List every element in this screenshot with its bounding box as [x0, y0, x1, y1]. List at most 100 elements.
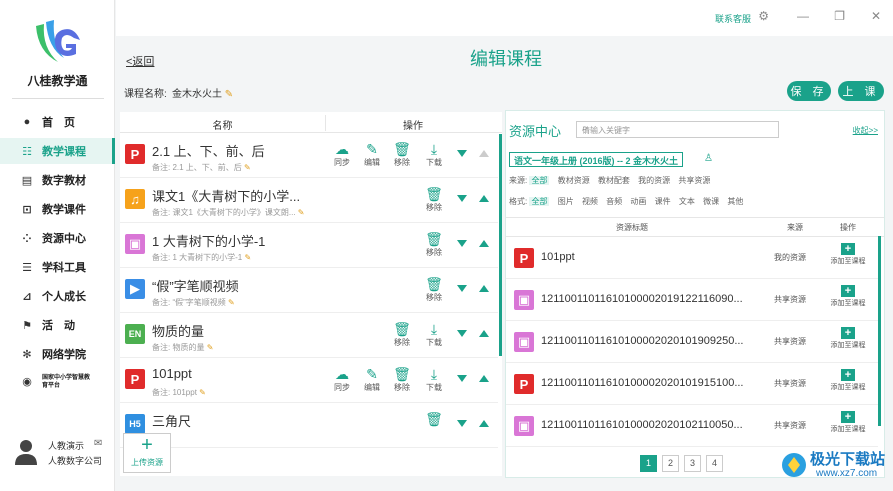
pencil-icon[interactable]: ✎: [225, 89, 233, 100]
sidebar-item-resources[interactable]: ⁘ 资源中心: [0, 225, 115, 251]
remove-button[interactable]: 🗑: [422, 412, 446, 427]
filter-option[interactable]: 其他: [727, 197, 743, 206]
upload-resource-button[interactable]: + 上传资源: [123, 433, 171, 473]
sidebar-item-platform[interactable]: ◉ 国家中小学智慧教育平台: [0, 369, 115, 395]
page-button[interactable]: 4: [706, 455, 723, 472]
move-up-icon[interactable]: [479, 375, 489, 382]
filter-option[interactable]: 教材配套: [598, 176, 630, 185]
search-input[interactable]: 请输入关键字 ⌕: [576, 121, 779, 138]
table-row[interactable]: P 101ppt 备注: 101ppt ✎ ☁ 同步 ✎ 编辑 🗑 移除 ⤓ 下载: [120, 359, 498, 403]
add-to-course-button[interactable]: + 添加至课程: [824, 285, 872, 308]
sidebar-item-academy[interactable]: ✻ 网络学院: [0, 341, 115, 367]
table-row[interactable]: P 2.1 上、下、前、后 备注: 2.1 上、下、前、后 ✎ ☁ 同步 ✎ 编辑 …: [120, 134, 498, 178]
sidebar-item-courses[interactable]: ☷ 教学课程: [0, 138, 115, 164]
move-down-icon[interactable]: [457, 285, 467, 292]
save-button[interactable]: 保 存: [787, 81, 831, 101]
add-to-course-button[interactable]: + 添加至课程: [824, 411, 872, 434]
remove-button[interactable]: 🗑 移除: [422, 277, 446, 303]
remove-button[interactable]: 🗑 移除: [422, 187, 446, 213]
filter-option[interactable]: 动画: [630, 197, 646, 206]
resource-row[interactable]: P 12110011011610100002020101915100... 共享…: [506, 363, 878, 405]
remove-button[interactable]: 🗑 移除: [390, 142, 414, 168]
filter-option[interactable]: 共享资源: [678, 176, 710, 185]
move-down-icon[interactable]: [457, 330, 467, 337]
collapse-link[interactable]: 收起>>: [853, 125, 878, 136]
settings-icon[interactable]: ⚙: [758, 9, 769, 23]
courseware-icon: ⊡: [22, 203, 32, 216]
table-row[interactable]: H5 三角尺 🗑: [120, 404, 498, 448]
move-up-icon[interactable]: [479, 285, 489, 292]
remove-button[interactable]: 🗑 移除: [422, 232, 446, 258]
resource-scrollbar[interactable]: [878, 236, 881, 426]
sidebar-item-home[interactable]: ● 首 页: [0, 109, 115, 135]
move-up-icon[interactable]: [479, 330, 489, 337]
add-to-course-button[interactable]: + 添加至课程: [824, 327, 872, 350]
move-up-icon[interactable]: [479, 240, 489, 247]
sidebar-item-courseware[interactable]: ⊡ 教学课件: [0, 196, 115, 222]
move-up-icon[interactable]: [479, 195, 489, 202]
edit-button[interactable]: ✎ 编辑: [360, 142, 384, 168]
sync-button[interactable]: ☁ 同步: [330, 142, 354, 168]
move-down-icon[interactable]: [457, 150, 467, 157]
user-org: 人教数字公司: [48, 456, 103, 466]
sync-button[interactable]: ☁ 同步: [330, 367, 354, 393]
page-button[interactable]: 1: [640, 455, 657, 472]
sidebar-item-growth[interactable]: ⊿ 个人成长: [0, 283, 115, 309]
lesson-note: 备注: 课文1《大青树下的小学》课文朗... ✎: [152, 208, 305, 217]
back-link[interactable]: <返回: [126, 53, 154, 69]
mail-icon[interactable]: ✉: [94, 438, 102, 449]
move-up-icon[interactable]: [479, 420, 489, 427]
filter-option[interactable]: 微课: [703, 197, 719, 206]
start-class-button[interactable]: 上 课: [838, 81, 884, 101]
filter-option[interactable]: 文本: [679, 197, 695, 206]
lesson-scrollbar[interactable]: [499, 134, 502, 356]
add-to-course-button[interactable]: + 添加至课程: [824, 243, 872, 266]
filter-option[interactable]: 全部: [529, 176, 550, 185]
move-down-icon[interactable]: [457, 420, 467, 427]
resource-row[interactable]: ▣ 12110011011610100002020101909250... 共享…: [506, 321, 878, 363]
sidebar-item-textbooks[interactable]: ▤ 数字教材: [0, 167, 115, 193]
book-selector[interactable]: 语文一年级上册 (2016版) -- 2 金木水火土: [509, 152, 684, 167]
filter-option[interactable]: 教材资源: [558, 176, 590, 185]
move-down-icon[interactable]: [457, 240, 467, 247]
bell-icon[interactable]: ♙: [704, 153, 713, 164]
add-to-course-button[interactable]: + 添加至课程: [824, 369, 872, 392]
cloud-sync-icon: ☁: [335, 366, 349, 382]
resource-row[interactable]: ▣ 12110011011610100002020102110050... 共享…: [506, 405, 878, 447]
filter-option[interactable]: 视频: [582, 197, 598, 206]
course-name[interactable]: 金木水火土 ✎: [172, 85, 233, 100]
move-down-icon[interactable]: [457, 195, 467, 202]
remove-button[interactable]: 🗑 移除: [390, 367, 414, 393]
table-row[interactable]: EN 物质的量 备注: 物质的量 ✎ 🗑 移除 ⤓ 下载: [120, 314, 498, 358]
search-icon[interactable]: ⌕: [582, 123, 772, 134]
sidebar-item-tools[interactable]: ☰ 学科工具: [0, 254, 115, 280]
minimize-icon[interactable]: —: [797, 9, 809, 23]
trash-icon: 🗑: [393, 321, 411, 337]
filter-option[interactable]: 图片: [558, 197, 574, 206]
close-icon[interactable]: ✕: [871, 9, 881, 23]
remove-button[interactable]: 🗑 移除: [390, 322, 414, 348]
filter-option[interactable]: 我的资源: [638, 176, 670, 185]
move-down-icon[interactable]: [457, 375, 467, 382]
resource-title: 12110011011610100002020101915100...: [541, 377, 744, 389]
filter-option[interactable]: 全部: [529, 197, 550, 206]
resource-row[interactable]: P 101ppt 我的资源 + 添加至课程: [506, 237, 878, 279]
download-button[interactable]: ⤓ 下载: [422, 367, 446, 393]
page-button[interactable]: 2: [662, 455, 679, 472]
table-row[interactable]: ▶ “假”字笔顺视频 备注: “假”字笔顺视频 ✎ 🗑 移除: [120, 269, 498, 313]
table-row[interactable]: ▣ 1 大青树下的小学-1 备注: 1 大青树下的小学-1 ✎ 🗑 移除: [120, 224, 498, 268]
user-profile[interactable]: 人教演示 人教数字公司 ✉: [14, 436, 109, 470]
download-button[interactable]: ⤓ 下载: [422, 142, 446, 168]
contact-support-link[interactable]: 联系客服: [715, 12, 751, 25]
table-row[interactable]: ♫ 课文1《大青树下的小学... 备注: 课文1《大青树下的小学》课文朗... …: [120, 179, 498, 223]
resource-row[interactable]: ▣ 12110011011610100002019122116090... 共享…: [506, 279, 878, 321]
page-button[interactable]: 3: [684, 455, 701, 472]
filter-option[interactable]: 课件: [655, 197, 671, 206]
sidebar-item-activities[interactable]: ⚑ 活 动: [0, 312, 115, 338]
trash-icon: 🗑: [425, 231, 443, 247]
maximize-icon[interactable]: ❐: [834, 9, 845, 23]
edit-button[interactable]: ✎ 编辑: [360, 367, 384, 393]
image-icon: ▣: [125, 234, 145, 254]
download-button[interactable]: ⤓ 下载: [422, 322, 446, 348]
filter-option[interactable]: 音频: [606, 197, 622, 206]
